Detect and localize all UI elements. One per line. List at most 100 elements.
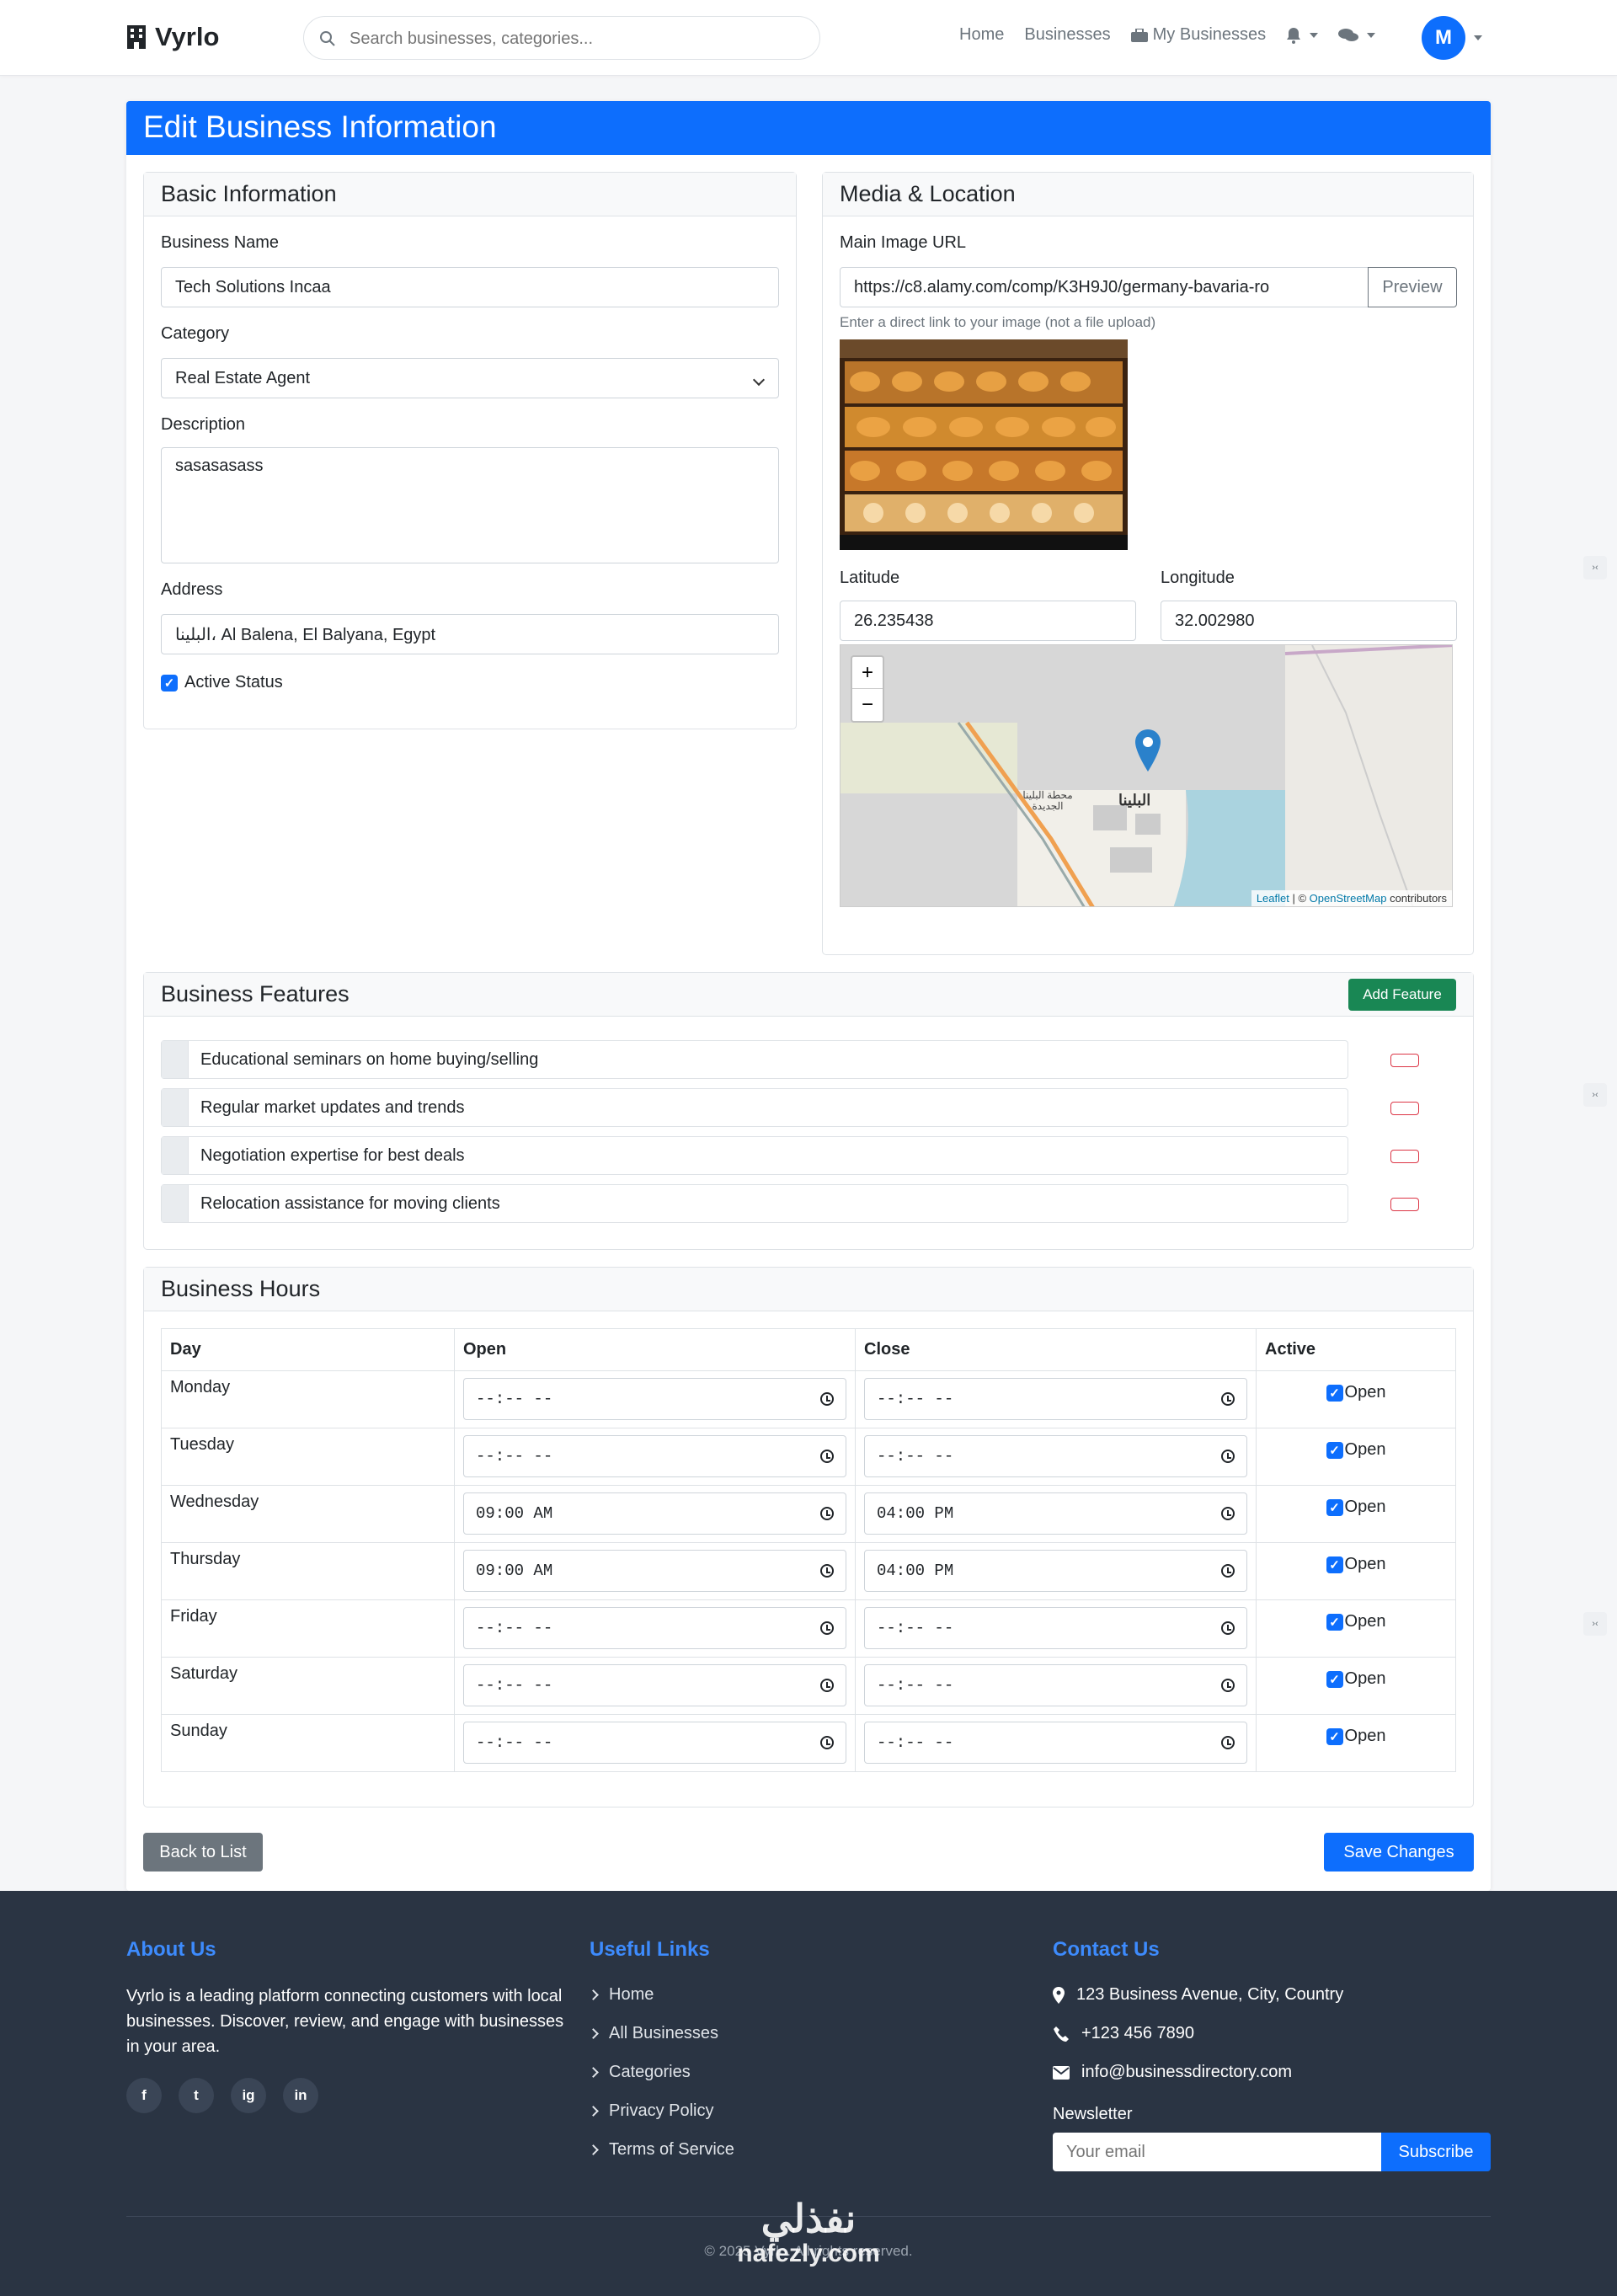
close-time-input[interactable]: --:-- --	[864, 1722, 1247, 1764]
drag-handle[interactable]	[162, 1041, 189, 1078]
close-time-input[interactable]: --:-- --	[864, 1378, 1247, 1420]
clock-icon[interactable]	[1221, 1507, 1235, 1520]
search-bar[interactable]	[303, 16, 820, 60]
open-time-input[interactable]: --:-- --	[463, 1664, 846, 1706]
drag-handle[interactable]	[162, 1089, 189, 1126]
open-time-input[interactable]: 09:00 AM	[463, 1550, 846, 1592]
chevron-right-icon	[588, 2028, 599, 2039]
delete-feature-button[interactable]	[1390, 1102, 1419, 1115]
clock-icon[interactable]	[1221, 1450, 1235, 1463]
open-checkbox[interactable]: ✓	[1326, 1384, 1343, 1402]
map-marker-icon[interactable]	[1135, 729, 1161, 772]
clock-icon[interactable]	[820, 1507, 834, 1520]
open-checkbox[interactable]: ✓	[1326, 1498, 1343, 1516]
zoom-in-button[interactable]: +	[852, 657, 883, 689]
delete-feature-button[interactable]	[1390, 1054, 1419, 1067]
address-input[interactable]: البلينا، Al Balena, El Balyana, Egypt	[161, 614, 779, 654]
side-widget-button[interactable]: ›‹	[1583, 556, 1607, 579]
search-input[interactable]	[350, 25, 804, 52]
chevron-down-icon[interactable]	[1474, 35, 1482, 40]
open-time-input[interactable]: --:-- --	[463, 1607, 846, 1649]
clock-icon[interactable]	[820, 1621, 834, 1635]
feature-input[interactable]: Relocation assistance for moving clients	[189, 1194, 500, 1214]
close-time-input[interactable]: --:-- --	[864, 1435, 1247, 1477]
feature-row[interactable]: Negotiation expertise for best deals	[161, 1136, 1348, 1175]
clock-icon[interactable]	[820, 1679, 834, 1692]
side-widget-button[interactable]: ›‹	[1583, 1612, 1607, 1636]
user-avatar[interactable]: M	[1422, 16, 1465, 60]
feature-row[interactable]: Relocation assistance for moving clients	[161, 1184, 1348, 1223]
clock-icon[interactable]	[820, 1392, 834, 1406]
envelope-icon	[1053, 2065, 1070, 2080]
open-checkbox[interactable]: ✓	[1326, 1670, 1343, 1688]
close-time-input[interactable]: --:-- --	[864, 1664, 1247, 1706]
facebook-icon[interactable]: f	[126, 2078, 162, 2113]
notifications-dropdown[interactable]	[1286, 27, 1319, 44]
location-map[interactable]: محطة البلينا الجديدة البلينا + − Leaflet…	[840, 644, 1453, 907]
nav-my-businesses-label: My Businesses	[1152, 25, 1267, 44]
osm-link[interactable]: OpenStreetMap	[1310, 892, 1387, 905]
drag-handle[interactable]	[162, 1137, 189, 1174]
open-checkbox[interactable]: ✓	[1326, 1441, 1343, 1459]
close-time-input[interactable]: 04:00 PM	[864, 1492, 1247, 1535]
open-time-input[interactable]: 09:00 AM	[463, 1492, 846, 1535]
nav-businesses[interactable]: Businesses	[1024, 25, 1110, 45]
open-time-value: --:-- --	[476, 1447, 553, 1466]
contact-email[interactable]: info@businessdirectory.com	[1053, 2063, 1292, 2082]
messages-dropdown[interactable]	[1338, 27, 1376, 44]
footer-link-categories[interactable]: Categories	[588, 2063, 691, 2082]
description-textarea[interactable]: sasasasass	[161, 447, 779, 563]
longitude-label: Longitude	[1161, 569, 1235, 587]
nav-home[interactable]: Home	[959, 25, 1004, 45]
open-checkbox[interactable]: ✓	[1326, 1556, 1343, 1573]
active-status-toggle[interactable]: ✓ Active Status	[161, 673, 283, 692]
open-time-input[interactable]: --:-- --	[463, 1435, 846, 1477]
delete-feature-button[interactable]	[1390, 1198, 1419, 1211]
open-checkbox[interactable]: ✓	[1326, 1727, 1343, 1745]
zoom-out-button[interactable]: −	[852, 689, 883, 721]
clock-icon[interactable]	[820, 1564, 834, 1578]
clock-icon[interactable]	[1221, 1392, 1235, 1406]
category-select[interactable]: Real Estate Agent	[161, 358, 779, 398]
footer-link-all-businesses[interactable]: All Businesses	[588, 2024, 718, 2043]
feature-input[interactable]: Negotiation expertise for best deals	[189, 1146, 465, 1166]
brand-logo[interactable]: Vyrlo	[126, 22, 219, 52]
back-to-list-button[interactable]: Back to List	[143, 1833, 263, 1872]
clock-icon[interactable]	[1221, 1679, 1235, 1692]
close-time-input[interactable]: --:-- --	[864, 1607, 1247, 1649]
preview-button[interactable]: Preview	[1368, 267, 1457, 307]
image-url-input[interactable]: https://c8.alamy.com/comp/K3H9J0/germany…	[840, 267, 1369, 307]
active-status-checkbox[interactable]: ✓	[161, 674, 178, 691]
close-time-input[interactable]: 04:00 PM	[864, 1550, 1247, 1592]
footer-link-privacy[interactable]: Privacy Policy	[588, 2101, 713, 2121]
clock-icon[interactable]	[1221, 1736, 1235, 1749]
subscribe-button[interactable]: Subscribe	[1381, 2133, 1491, 2171]
linkedin-icon[interactable]: in	[283, 2078, 318, 2113]
clock-icon[interactable]	[1221, 1564, 1235, 1578]
feature-input[interactable]: Educational seminars on home buying/sell…	[189, 1050, 538, 1070]
clock-icon[interactable]	[1221, 1621, 1235, 1635]
open-checkbox[interactable]: ✓	[1326, 1613, 1343, 1631]
delete-feature-button[interactable]	[1390, 1150, 1419, 1163]
newsletter-email-input[interactable]	[1053, 2133, 1381, 2171]
business-name-input[interactable]: Tech Solutions Incaa	[161, 267, 779, 307]
open-time-input[interactable]: --:-- --	[463, 1378, 846, 1420]
drag-handle[interactable]	[162, 1185, 189, 1222]
leaflet-link[interactable]: Leaflet	[1257, 892, 1289, 905]
feature-row[interactable]: Regular market updates and trends	[161, 1088, 1348, 1127]
save-changes-button[interactable]: Save Changes	[1324, 1833, 1474, 1872]
twitter-icon[interactable]: t	[179, 2078, 214, 2113]
feature-row[interactable]: Educational seminars on home buying/sell…	[161, 1040, 1348, 1079]
add-feature-button[interactable]: Add Feature	[1348, 978, 1456, 1011]
feature-input[interactable]: Regular market updates and trends	[189, 1098, 465, 1118]
side-widget-button[interactable]: ›‹	[1583, 1083, 1607, 1107]
footer-link-terms[interactable]: Terms of Service	[588, 2140, 734, 2160]
nav-my-businesses[interactable]: My Businesses	[1130, 25, 1267, 45]
clock-icon[interactable]	[820, 1736, 834, 1749]
latitude-input[interactable]: 26.235438	[840, 601, 1136, 641]
footer-link-home[interactable]: Home	[588, 1985, 654, 2005]
clock-icon[interactable]	[820, 1450, 834, 1463]
instagram-icon[interactable]: ig	[231, 2078, 266, 2113]
open-time-input[interactable]: --:-- --	[463, 1722, 846, 1764]
longitude-input[interactable]: 32.002980	[1161, 601, 1457, 641]
